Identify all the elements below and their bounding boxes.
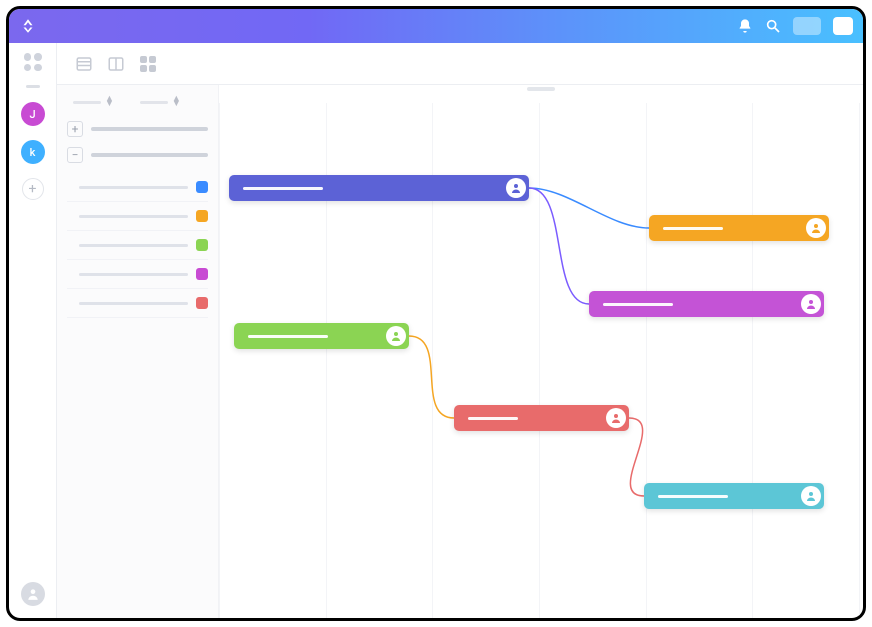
assignee-avatar-icon[interactable] [801,294,821,314]
gantt-timeline[interactable] [219,85,863,618]
task-color-chip [196,181,208,193]
profile-avatar[interactable] [21,582,45,606]
task-row[interactable] [67,231,208,260]
search-icon[interactable] [765,18,781,34]
gantt-bar[interactable] [454,405,629,431]
assignee-avatar-icon[interactable] [606,408,626,428]
apps-icon[interactable] [24,53,42,71]
grid-view-icon[interactable] [139,55,157,73]
sort-control-1[interactable]: ▲▼ [73,97,114,107]
sort-control-2[interactable]: ▲▼ [140,97,181,107]
gantt-bar[interactable] [644,483,824,509]
task-color-chip [196,297,208,309]
task-row[interactable] [67,173,208,202]
rail-collapse-icon[interactable] [26,85,40,88]
app-logo[interactable] [19,17,37,35]
assignee-avatar-icon[interactable] [801,486,821,506]
gantt-bar[interactable] [589,291,824,317]
task-sidepanel: ▲▼ ▲▼ + − [57,85,219,618]
board-view-icon[interactable] [107,55,125,73]
assignee-avatar-icon[interactable] [506,178,526,198]
list-view-icon[interactable] [75,55,93,73]
task-color-chip [196,210,208,222]
topbar-pill-1[interactable] [793,17,821,35]
timeline-drag-handle[interactable] [527,87,555,91]
task-color-chip [196,268,208,280]
topbar [9,9,863,43]
assignee-avatar-icon[interactable] [806,218,826,238]
workspace-avatar-j[interactable]: J [21,102,45,126]
gantt-bar[interactable] [229,175,529,201]
workspace-avatar-k[interactable]: k [21,140,45,164]
bell-icon[interactable] [737,18,753,34]
add-workspace-button[interactable]: + [22,178,44,200]
gantt-bar[interactable] [234,323,409,349]
group-header-expanded[interactable]: − [67,147,208,163]
assignee-avatar-icon[interactable] [386,326,406,346]
task-row[interactable] [67,202,208,231]
topbar-pill-2[interactable] [833,17,853,35]
task-color-chip [196,239,208,251]
task-row[interactable] [67,289,208,318]
gantt-bar[interactable] [649,215,829,241]
group-header-collapsed[interactable]: + [67,121,208,137]
view-toolbar [57,43,863,85]
task-row[interactable] [67,260,208,289]
left-rail: J k + [9,43,57,618]
